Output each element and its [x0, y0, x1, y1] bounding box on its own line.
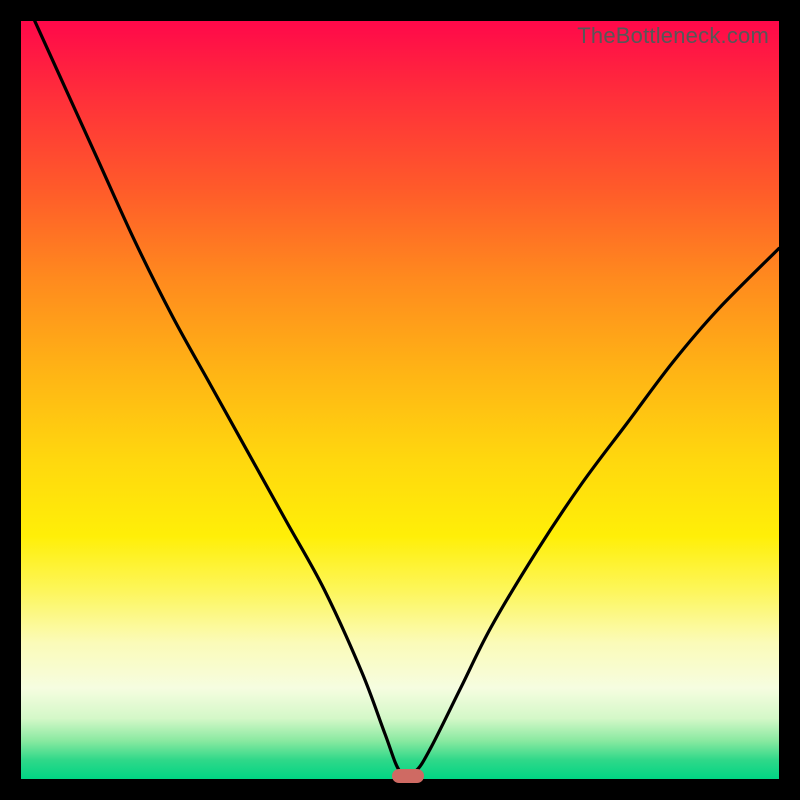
bottleneck-curve — [21, 21, 779, 779]
plot-area: TheBottleneck.com — [21, 21, 779, 779]
optimal-point-marker — [392, 769, 424, 783]
chart-frame: TheBottleneck.com — [0, 0, 800, 800]
